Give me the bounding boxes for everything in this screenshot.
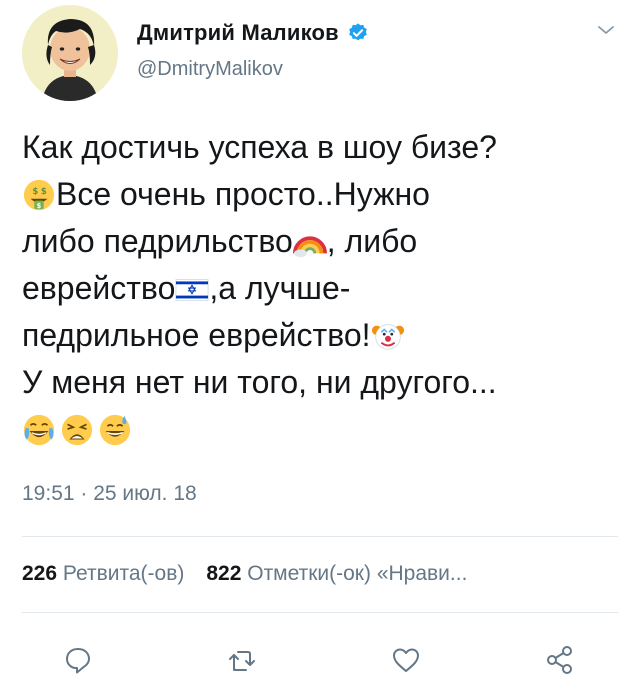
- tweet-line-text: Все очень просто..Нужно: [56, 176, 430, 212]
- avatar[interactable]: [22, 5, 118, 101]
- reply-button[interactable]: [58, 640, 98, 680]
- tweet-line-text: Как достичь успеха в шоу бизе?: [22, 129, 497, 165]
- tweet-line-text: , либо: [326, 223, 418, 259]
- chevron-down-icon[interactable]: [594, 18, 618, 42]
- tweet-stats: 226 Ретвита(-ов) 822 Отметки(-ок) «Нрави.…: [22, 562, 467, 586]
- retweet-button[interactable]: [222, 640, 262, 680]
- trailing-emoji-row: [22, 406, 622, 453]
- share-button[interactable]: [540, 640, 580, 680]
- weary-face-emoji: [60, 413, 94, 447]
- likes-label: Отметки(-ок) «Нрави...: [247, 562, 468, 585]
- israel-flag-emoji: [175, 272, 209, 306]
- tweet-line-text: ,а лучше-: [209, 270, 351, 306]
- retweet-icon: [229, 651, 255, 671]
- avatar-image: [22, 5, 118, 101]
- tweet-line-text: педрильное еврейство!: [22, 317, 371, 353]
- tweet-line-text: либо педрильство: [22, 223, 293, 259]
- like-icon: [393, 648, 419, 672]
- author-name-row[interactable]: Дмитрий Маликов: [137, 20, 369, 46]
- money-mouth-face-emoji: $ $ $: [22, 178, 56, 212]
- retweets-label: Ретвита(-ов): [62, 562, 185, 585]
- likes-stat[interactable]: 822 Отметки(-ок) «Нрави...: [206, 562, 467, 585]
- tweet-line: У меня нет ни того, ни другого...: [22, 359, 622, 406]
- share-icon: [547, 646, 572, 674]
- divider: [22, 536, 618, 537]
- grinning-sweat-emoji: [98, 413, 132, 447]
- tweet-actions: [0, 640, 640, 680]
- reply-icon: [66, 648, 90, 674]
- like-button[interactable]: [386, 640, 426, 680]
- rainbow-emoji: [292, 225, 327, 259]
- likes-count: 822: [206, 562, 242, 585]
- clown-face-emoji: [371, 319, 405, 353]
- tweet-line: Как достичь успеха в шоу бизе?: [22, 124, 622, 171]
- retweets-stat[interactable]: 226 Ретвита(-ов): [22, 562, 184, 585]
- face-with-tears-of-joy-emoji: [22, 413, 56, 447]
- tweet-line: еврейство ,а лучше-: [22, 265, 622, 312]
- author-handle[interactable]: @DmitryMalikov: [137, 58, 283, 81]
- tweet-line-text: У меня нет ни того, ни другого...: [22, 364, 497, 400]
- tweet-timestamp[interactable]: 19:51 · 25 июл. 18: [22, 482, 197, 506]
- tweet-line: педрильное еврейство!: [22, 312, 622, 359]
- verified-badge-icon: [349, 23, 367, 41]
- divider: [22, 612, 618, 613]
- tweet-line-text: еврейство: [22, 270, 176, 306]
- author-display-name[interactable]: Дмитрий Маликов: [137, 20, 339, 46]
- svg-text:$: $: [41, 187, 47, 197]
- tweet-line: $ $ $ Все очень просто..Нужно: [22, 171, 622, 218]
- tweet-line: либо педрильство , либо: [22, 218, 622, 265]
- retweets-count: 226: [22, 562, 58, 585]
- tweet-text: Как достичь успеха в шоу бизе? $ $ $ Все…: [22, 124, 622, 453]
- svg-text:$: $: [32, 187, 38, 197]
- svg-text:$: $: [37, 201, 42, 209]
